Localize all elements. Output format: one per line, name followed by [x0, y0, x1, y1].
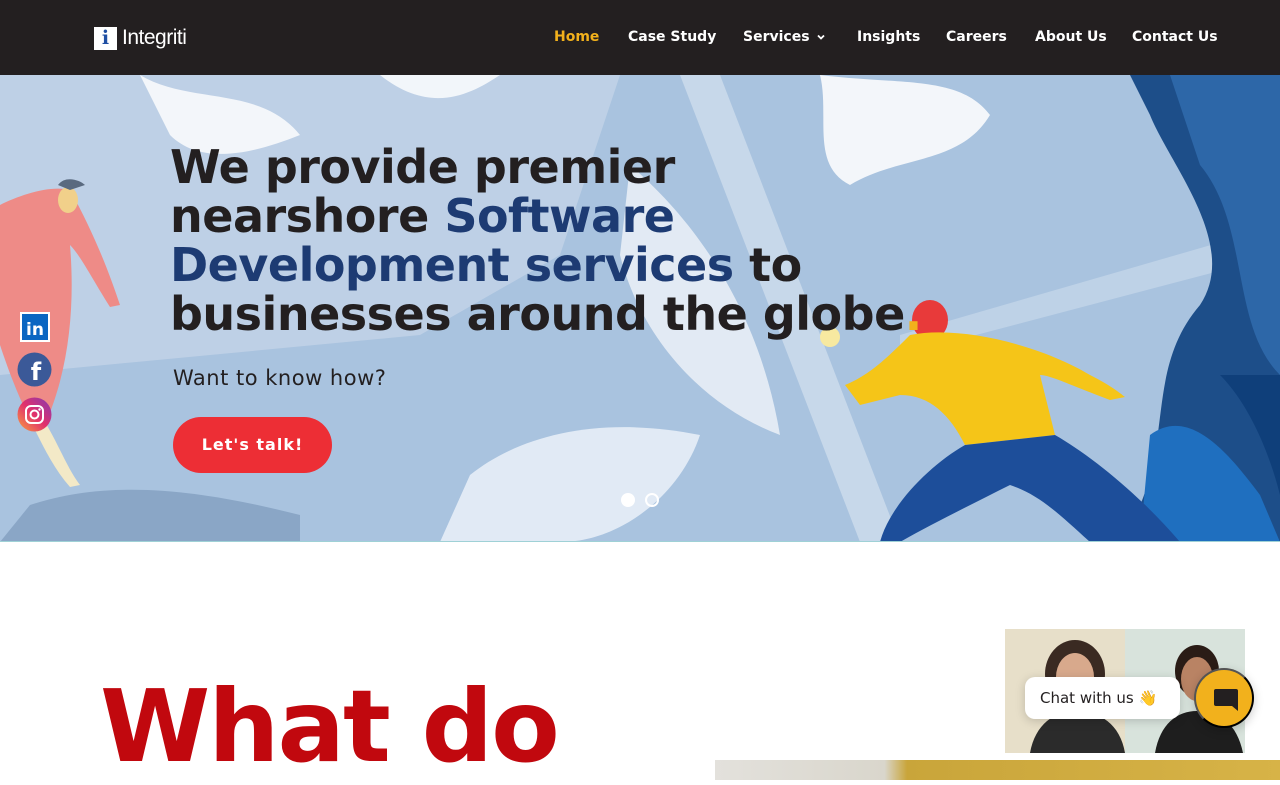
nav-services[interactable]: Services — [743, 27, 826, 47]
nav-home[interactable]: Home — [554, 27, 599, 47]
wave-emoji-icon: 👋 — [1138, 689, 1158, 707]
slider-pagination — [621, 493, 659, 507]
nav-contact-us[interactable]: Contact Us — [1132, 27, 1218, 47]
section-title: What do — [100, 668, 560, 785]
chat-launcher-button[interactable] — [1194, 668, 1254, 728]
chat-prompt-bubble[interactable]: Chat with us 👋 — [1025, 677, 1180, 719]
logo-mark-icon: i — [94, 26, 117, 50]
nav-services-label: Services — [743, 29, 810, 45]
instagram-icon[interactable] — [17, 397, 52, 432]
integriti-logo[interactable]: i Integriti — [94, 26, 187, 50]
logo-wordmark: Integriti — [122, 26, 187, 49]
top-navbar: i Integriti Home Case Study Services Ins… — [0, 0, 1280, 75]
headline-line-1: We provide premier — [170, 140, 675, 194]
slide-dot-1[interactable] — [621, 493, 635, 507]
hero-headline: We provide premier nearshore Software De… — [170, 143, 990, 339]
chevron-down-icon — [816, 34, 825, 40]
headline-line-3-end: to — [733, 238, 802, 292]
nav-insights[interactable]: Insights — [857, 27, 920, 47]
nav-careers[interactable]: Careers — [946, 27, 1007, 47]
hero-slider: We provide premier nearshore Software De… — [0, 75, 1280, 542]
headline-line-2: nearshore — [170, 189, 445, 243]
hero-subheading: Want to know how? — [173, 366, 387, 390]
nav-case-study[interactable]: Case Study — [628, 27, 716, 47]
slide-dot-2[interactable] — [645, 493, 659, 507]
linkedin-glyph: in — [26, 320, 44, 340]
headline-line-4: businesses around the globe — [170, 287, 905, 341]
headline-dot: . — [904, 287, 922, 341]
linkedin-icon[interactable]: in — [17, 310, 52, 345]
headline-highlight-2: Development services — [170, 238, 734, 292]
chat-prompt-label: Chat with us — [1040, 689, 1134, 707]
nav-about-us[interactable]: About Us — [1035, 27, 1107, 47]
facebook-glyph: f — [31, 358, 42, 386]
team-photo-strip — [715, 760, 1280, 780]
facebook-icon[interactable]: f — [17, 352, 52, 387]
headline-highlight-1: Software — [444, 189, 675, 243]
lets-talk-button[interactable]: Let's talk! — [173, 417, 332, 473]
chat-bubble-icon — [1214, 689, 1238, 711]
